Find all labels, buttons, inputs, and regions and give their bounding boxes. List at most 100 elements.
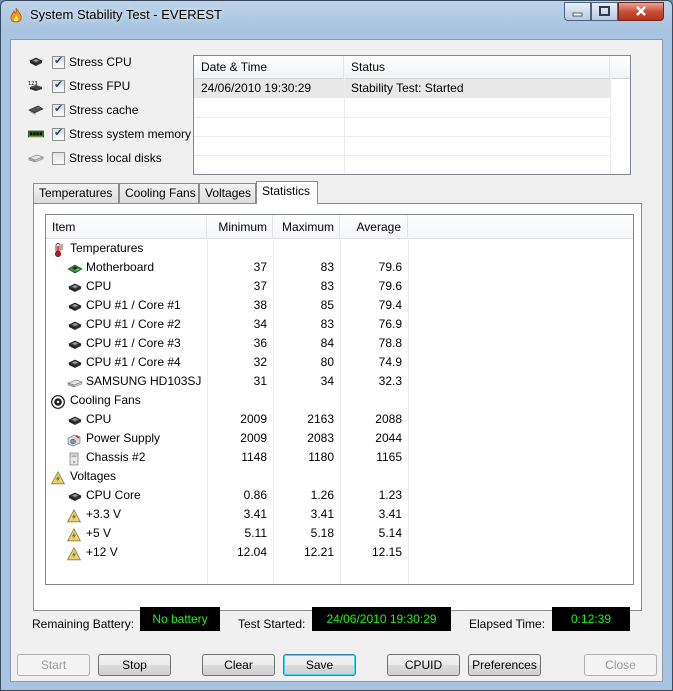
minimize-button[interactable] [564, 2, 591, 21]
row-label: CPU #1 / Core #2 [86, 317, 181, 331]
value-min: 2009 [240, 412, 267, 426]
stress-checkbox[interactable] [52, 151, 65, 165]
value-min: 36 [253, 336, 267, 350]
cpu-chip-icon [67, 357, 82, 369]
row-label: +3.3 V [86, 507, 122, 521]
log-grid [344, 78, 345, 174]
value-max: 1.26 [310, 488, 334, 502]
stress-option-label: Stress CPU [69, 55, 132, 69]
table-row[interactable]: CPU Core 0.86 1.26 1.23 [46, 486, 633, 505]
stress-option[interactable]: Stress CPU [28, 52, 132, 72]
table-row[interactable]: SAMSUNG HD103SJ 31 34 32.3 [46, 372, 633, 391]
test-started-display: 24/06/2010 19:30:29 [312, 607, 451, 631]
value-max: 3.41 [310, 507, 334, 521]
clear-button[interactable]: Clear [202, 654, 275, 676]
table-row[interactable]: Motherboard 37 83 79.6 [46, 258, 633, 277]
elapsed-time-label: Elapsed Time: [469, 617, 546, 631]
row-label: Chassis #2 [86, 450, 146, 464]
tab-statistics[interactable]: Statistics [256, 181, 318, 204]
stress-option[interactable]: Stress cache [28, 100, 138, 120]
log-column-status[interactable]: Status [344, 56, 610, 78]
tab-temperatures[interactable]: Temperatures [33, 183, 119, 203]
table-row[interactable]: CPU #1 / Core #1 38 85 79.4 [46, 296, 633, 315]
close-button[interactable]: Close [584, 654, 657, 676]
row-name: CPU #1 / Core #2 [67, 315, 181, 334]
maximize-button[interactable] [591, 2, 618, 21]
value-min: 12.04 [236, 545, 267, 559]
stress-option-label: Stress local disks [69, 151, 162, 165]
row-name: Cooling Fans [51, 391, 141, 410]
row-name: +5 V [66, 524, 111, 543]
stress-checkbox[interactable] [52, 54, 65, 69]
cpu-chip-icon [67, 281, 82, 293]
row-name: CPU #1 / Core #3 [67, 334, 181, 353]
value-max: 2083 [307, 431, 334, 445]
stress-checkbox[interactable] [52, 78, 65, 93]
row-name: CPU [67, 410, 111, 429]
event-log[interactable]: Date & Time Status 24/06/2010 19:30:29 S… [193, 55, 631, 175]
cache-chip-icon [28, 104, 44, 116]
row-name: Motherboard [67, 258, 154, 277]
stress-option[interactable]: 123 Stress FPU [28, 76, 130, 96]
value-avg: 1.23 [378, 488, 402, 502]
table-row[interactable]: CPU 2009 2163 2088 [46, 410, 633, 429]
value-max: 1180 [308, 450, 334, 464]
value-avg: 3.41 [378, 507, 402, 521]
value-max: 83 [320, 279, 334, 293]
value-max: 5.18 [310, 526, 334, 540]
maximize-icon [599, 6, 610, 16]
row-name: Temperatures [51, 239, 143, 258]
log-row[interactable]: 24/06/2010 19:30:29 Stability Test: Star… [194, 79, 610, 98]
window-title: System Stability Test - EVEREST [30, 7, 222, 22]
stress-option[interactable]: Stress system memory [28, 124, 191, 144]
row-name: +3.3 V [66, 505, 122, 524]
tab-voltages[interactable]: Voltages [199, 183, 256, 203]
column-average[interactable]: Average [340, 215, 408, 238]
table-row[interactable]: CPU #1 / Core #2 34 83 76.9 [46, 315, 633, 334]
table-row[interactable]: CPU 37 83 79.6 [46, 277, 633, 296]
tab-cooling-fans[interactable]: Cooling Fans [119, 183, 199, 203]
stress-option[interactable]: Stress local disks [28, 148, 162, 168]
column-item[interactable]: Item [46, 215, 207, 238]
table-row[interactable]: +3.3 V 3.41 3.41 3.41 [46, 505, 633, 524]
start-button[interactable]: Start [17, 654, 90, 676]
value-avg: 2088 [375, 412, 402, 426]
column-maximum[interactable]: Maximum [273, 215, 340, 238]
log-column-datetime[interactable]: Date & Time [194, 56, 344, 78]
close-window-button[interactable] [618, 2, 664, 21]
value-avg: 74.9 [378, 355, 402, 369]
cpu-chip-icon [67, 319, 82, 331]
hard-disk-icon [28, 152, 44, 164]
cpuid-button[interactable]: CPUID [387, 654, 460, 676]
column-minimum[interactable]: Minimum [207, 215, 273, 238]
table-row[interactable]: Chassis #2 1148 1180 1165 [46, 448, 633, 467]
group-row[interactable]: Cooling Fans [46, 391, 633, 410]
value-min: 31 [253, 374, 267, 388]
group-row[interactable]: Voltages [46, 467, 633, 486]
row-name: CPU [67, 277, 111, 296]
value-avg: 1165 [376, 450, 402, 464]
table-row[interactable]: +5 V 5.11 5.18 5.14 [46, 524, 633, 543]
table-row[interactable]: Power Supply 2009 2083 2044 [46, 429, 633, 448]
group-row[interactable]: Temperatures [46, 239, 633, 258]
value-avg: 76.9 [378, 317, 402, 331]
value-max: 83 [320, 317, 334, 331]
statistics-panel: Item Minimum Maximum Average Temperature… [33, 203, 642, 611]
row-label: +12 V [86, 545, 118, 559]
save-button[interactable]: Save [283, 654, 356, 676]
value-avg: 79.4 [378, 298, 402, 312]
value-min: 1148 [241, 450, 267, 464]
title-bar[interactable]: System Stability Test - EVEREST [1, 1, 672, 31]
statistics-table[interactable]: Item Minimum Maximum Average Temperature… [45, 214, 634, 585]
table-row[interactable]: CPU #1 / Core #4 32 80 74.9 [46, 353, 633, 372]
value-min: 32 [253, 355, 267, 369]
value-min: 2009 [240, 431, 267, 445]
table-row[interactable]: +12 V 12.04 12.21 12.15 [46, 543, 633, 562]
stop-button[interactable]: Stop [98, 654, 171, 676]
voltage-icon [66, 527, 82, 541]
stress-checkbox[interactable] [52, 102, 65, 117]
preferences-button[interactable]: Preferences [468, 654, 541, 676]
row-name: CPU #1 / Core #4 [67, 353, 181, 372]
table-row[interactable]: CPU #1 / Core #3 36 84 78.8 [46, 334, 633, 353]
stress-checkbox[interactable] [52, 126, 65, 141]
